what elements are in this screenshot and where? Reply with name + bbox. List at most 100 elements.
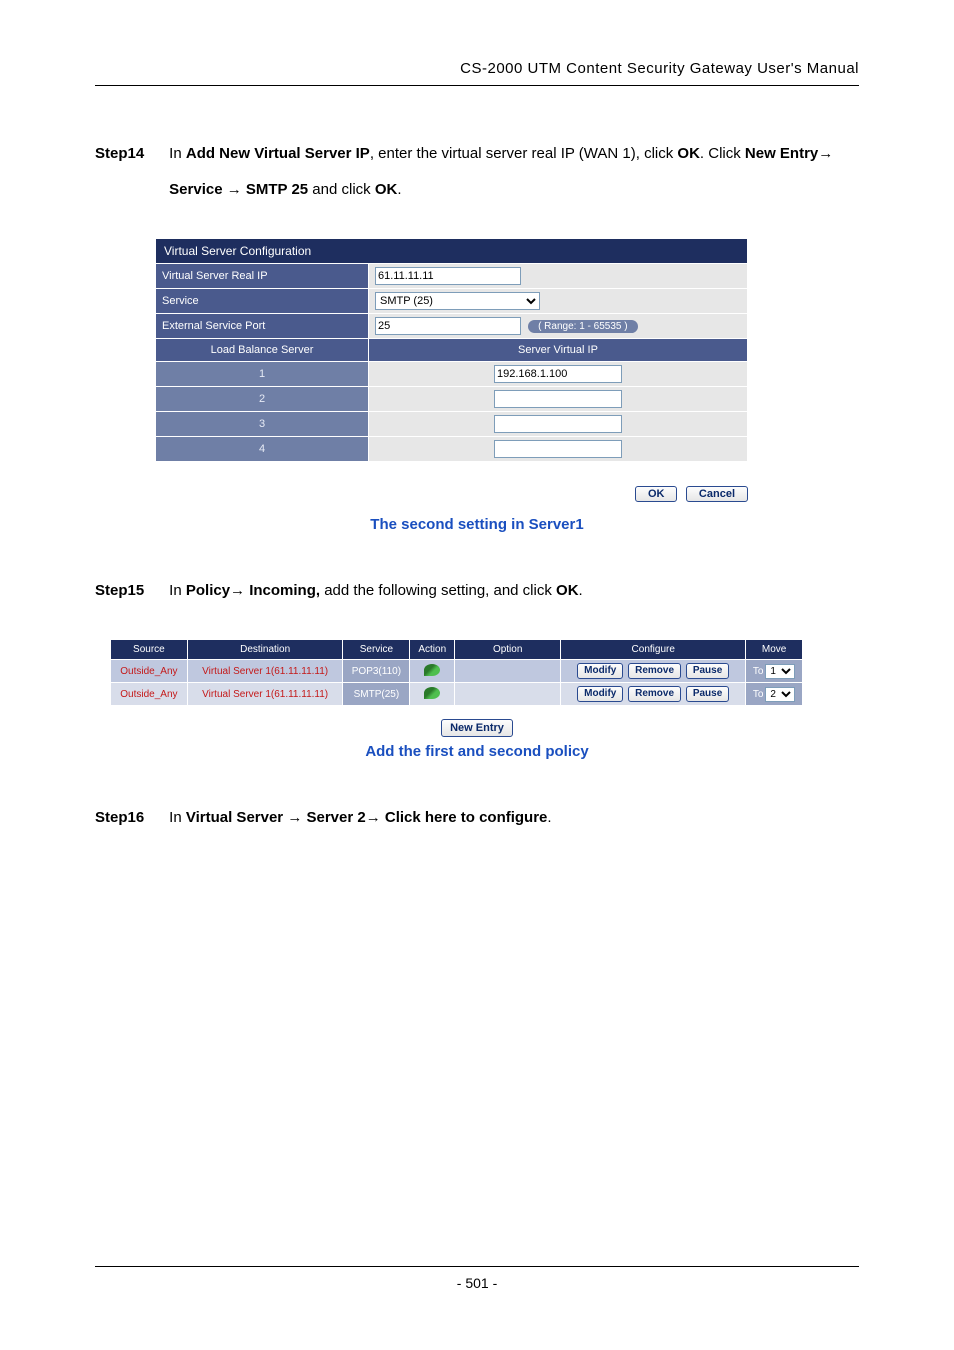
- t: , enter the virtual server real IP (WAN …: [370, 145, 678, 162]
- col-option: Option: [455, 640, 561, 660]
- move-to-label: To: [753, 689, 764, 700]
- cell-option: [455, 683, 561, 706]
- lb-row-num: 4: [156, 437, 369, 462]
- policy-row: Outside_Any Virtual Server 1(61.11.11.11…: [111, 660, 803, 683]
- move-select[interactable]: 1: [765, 664, 795, 679]
- step14: Step14 In Add New Virtual Server IP, ent…: [95, 136, 859, 208]
- arrow-icon: →: [818, 145, 833, 162]
- cell-destination: Virtual Server 1(61.11.11.11): [187, 660, 343, 683]
- cell-service: POP3(110): [343, 660, 410, 683]
- t: In: [169, 809, 186, 826]
- vsc-title: Virtual Server Configuration: [156, 239, 748, 264]
- step14-body: In Add New Virtual Server IP, enter the …: [169, 136, 838, 208]
- cell-action: [410, 660, 455, 683]
- remove-button[interactable]: Remove: [628, 686, 681, 702]
- cell-action: [410, 683, 455, 706]
- col-configure: Configure: [561, 640, 746, 660]
- col-destination: Destination: [187, 640, 343, 660]
- cell-move: To2: [746, 683, 803, 706]
- t: OK: [556, 582, 579, 599]
- step14-label: Step14: [95, 136, 165, 172]
- lb-head-left: Load Balance Server: [156, 339, 369, 362]
- lb-row-num: 3: [156, 412, 369, 437]
- vsc-service-label: Service: [156, 289, 369, 314]
- move-select[interactable]: 2: [765, 687, 795, 702]
- vsc-ip-label: Virtual Server Real IP: [156, 264, 369, 289]
- lb-head-right: Server Virtual IP: [369, 339, 748, 362]
- t: .: [579, 582, 583, 599]
- arrow-icon: →: [287, 809, 302, 826]
- policy-table: Source Destination Service Action Option…: [110, 639, 803, 706]
- vsc-ip-value-cell: [369, 264, 748, 289]
- server-virtual-ip-input-3[interactable]: [494, 415, 622, 433]
- lb-row-val: [369, 437, 748, 462]
- step15: Step15 In Policy→ Incoming, add the foll…: [95, 573, 859, 609]
- page-footer: - 501 -: [95, 1266, 859, 1291]
- cell-option: [455, 660, 561, 683]
- pause-button[interactable]: Pause: [686, 663, 729, 679]
- new-entry-button[interactable]: New Entry: [441, 719, 513, 737]
- t: add the following setting, and click: [320, 582, 556, 599]
- arrow-icon: →: [230, 582, 245, 599]
- t: and click: [308, 181, 375, 198]
- server-virtual-ip-input-2[interactable]: [494, 390, 622, 408]
- policy-row: Outside_Any Virtual Server 1(61.11.11.11…: [111, 683, 803, 706]
- lb-row-val: [369, 387, 748, 412]
- new-entry-row: New Entry: [95, 718, 859, 737]
- t: OK: [375, 181, 398, 198]
- step16-body: In Virtual Server → Server 2→ Click here…: [169, 800, 838, 836]
- step16-label: Step16: [95, 800, 165, 836]
- allow-icon: [424, 664, 440, 676]
- step15-label: Step15: [95, 573, 165, 609]
- modify-button[interactable]: Modify: [577, 686, 623, 702]
- t: SMTP 25: [242, 181, 308, 198]
- vsc-port-label: External Service Port: [156, 314, 369, 339]
- pause-button[interactable]: Pause: [686, 686, 729, 702]
- col-action: Action: [410, 640, 455, 660]
- t: In: [169, 582, 186, 599]
- t: .: [397, 181, 401, 198]
- cell-configure: Modify Remove Pause: [561, 660, 746, 683]
- lb-row-val: [369, 412, 748, 437]
- col-move: Move: [746, 640, 803, 660]
- cell-destination: Virtual Server 1(61.11.11.11): [187, 683, 343, 706]
- t: Incoming,: [245, 582, 320, 599]
- virtual-server-config-table: Virtual Server Configuration Virtual Ser…: [155, 238, 748, 462]
- t: Service: [169, 181, 227, 198]
- t: .: [547, 809, 551, 826]
- service-select[interactable]: SMTP (25): [375, 292, 540, 310]
- policy-header-row: Source Destination Service Action Option…: [111, 640, 803, 660]
- t: Add New Virtual Server IP: [186, 145, 370, 162]
- vsc-button-row: OK Cancel: [155, 484, 748, 502]
- cell-configure: Modify Remove Pause: [561, 683, 746, 706]
- lb-row-num: 1: [156, 362, 369, 387]
- step16: Step16 In Virtual Server → Server 2→ Cli…: [95, 800, 859, 836]
- caption-1: The second setting in Server1: [95, 516, 859, 533]
- server-virtual-ip-input-1[interactable]: [494, 365, 622, 383]
- step15-body: In Policy→ Incoming, add the following s…: [169, 573, 838, 609]
- cancel-button[interactable]: Cancel: [686, 486, 748, 502]
- external-service-port-input[interactable]: [375, 317, 521, 335]
- t: Policy: [186, 582, 230, 599]
- lb-row-val: [369, 362, 748, 387]
- t: Virtual Server: [186, 809, 287, 826]
- cell-source: Outside_Any: [111, 683, 188, 706]
- port-range-badge: ( Range: 1 - 65535 ): [528, 320, 638, 333]
- lb-row-num: 2: [156, 387, 369, 412]
- arrow-icon: →: [227, 181, 242, 198]
- modify-button[interactable]: Modify: [577, 663, 623, 679]
- t: Click here to configure: [381, 809, 548, 826]
- server-virtual-ip-input-4[interactable]: [494, 440, 622, 458]
- vsc-port-value-cell: ( Range: 1 - 65535 ): [369, 314, 748, 339]
- ok-button[interactable]: OK: [635, 486, 678, 502]
- policy-table-wrap: Source Destination Service Action Option…: [110, 639, 859, 706]
- remove-button[interactable]: Remove: [628, 663, 681, 679]
- t: New Entry: [745, 145, 818, 162]
- t: OK: [677, 145, 700, 162]
- allow-icon: [424, 687, 440, 699]
- page-header: CS-2000 UTM Content Security Gateway Use…: [95, 60, 859, 86]
- vsc-service-value-cell: SMTP (25): [369, 289, 748, 314]
- t: Server 2: [302, 809, 365, 826]
- caption-2: Add the first and second policy: [95, 743, 859, 760]
- virtual-server-real-ip-input[interactable]: [375, 267, 521, 285]
